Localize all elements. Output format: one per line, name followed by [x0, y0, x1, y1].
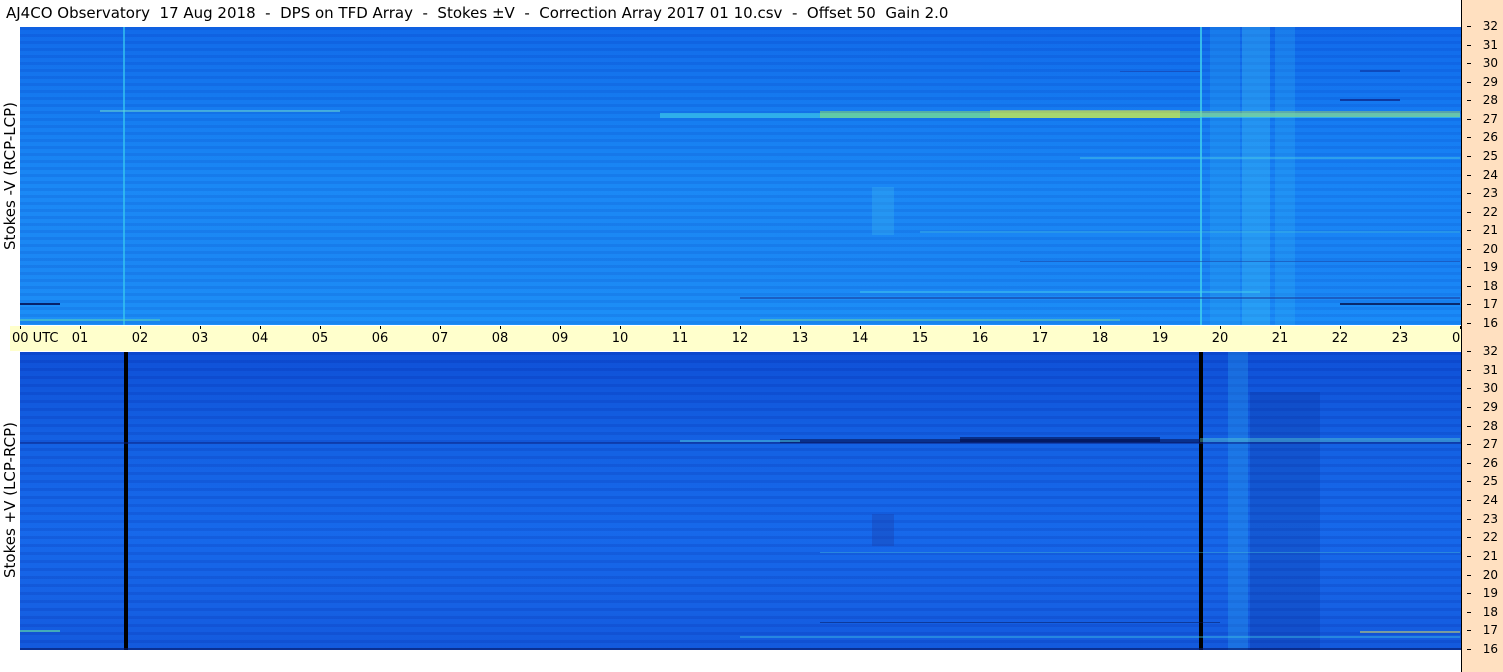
- frequency-tick-label: 28: [1466, 93, 1498, 108]
- time-tick-label: 16: [971, 331, 989, 346]
- frequency-tick-label: 22: [1466, 530, 1498, 545]
- time-tick-label: 07: [431, 331, 449, 346]
- time-tick: [980, 326, 981, 329]
- frequency-tick-label: 23: [1466, 186, 1498, 201]
- spectrogram-top-features: [20, 27, 1460, 325]
- time-tick: [1280, 326, 1281, 329]
- frequency-tick-label: 17: [1466, 623, 1498, 638]
- time-tick-label: 02: [131, 331, 149, 346]
- frequency-tick-label: 21: [1466, 223, 1498, 238]
- top-panel-label: Stokes -V (RCP-LCP): [1, 102, 19, 250]
- time-tick: [1040, 326, 1041, 329]
- time-tick-label: 19: [1151, 331, 1169, 346]
- time-tick: [380, 326, 381, 329]
- time-tick-label: 11: [671, 331, 689, 346]
- frequency-tick-label: 18: [1466, 278, 1498, 293]
- time-tick-label: 23: [1391, 331, 1409, 346]
- time-axis: 00 UTC 01 02 03 04 05 06 07 08 09 10 11 12 13 14 15 16 17…: [10, 326, 1501, 351]
- time-tick: [1340, 326, 1341, 329]
- time-tick-label: 21: [1271, 331, 1289, 346]
- time-tick-label: 20: [1211, 331, 1229, 346]
- frequency-tick-label: 30: [1466, 381, 1498, 396]
- frequency-tick-label: 20: [1466, 567, 1498, 582]
- time-tick: [1220, 326, 1221, 329]
- spectrogram-top: [20, 27, 1461, 325]
- frequency-tick-label: 29: [1466, 74, 1498, 89]
- spectrogram-bottom: [20, 352, 1461, 650]
- time-tick-label: 22: [1331, 331, 1349, 346]
- frequency-tick-label: 31: [1466, 37, 1498, 52]
- time-tick-label: 03: [191, 331, 209, 346]
- frequency-tick-label: 21: [1466, 548, 1498, 563]
- frequency-tick-label: 26: [1466, 130, 1498, 145]
- time-tick-label: 14: [851, 331, 869, 346]
- frequency-tick-label: 30: [1466, 56, 1498, 71]
- time-tick-label: 06: [371, 331, 389, 346]
- frequency-tick-label: 24: [1466, 167, 1498, 182]
- frequency-tick-label: 17: [1466, 297, 1498, 312]
- time-tick: [1100, 326, 1101, 329]
- time-tick-label: 10: [611, 331, 629, 346]
- frequency-tick-label: 27: [1466, 111, 1498, 126]
- time-tick: [860, 326, 861, 329]
- frequency-tick-label: 28: [1466, 418, 1498, 433]
- time-tick-label: 13: [791, 331, 809, 346]
- spectrogram-bottom-features: [20, 352, 1461, 650]
- time-tick-label: 09: [551, 331, 569, 346]
- frequency-tick-label: 23: [1466, 511, 1498, 526]
- time-tick: [320, 326, 321, 329]
- time-tick: [1400, 326, 1401, 329]
- frequency-tick-label: 20: [1466, 241, 1498, 256]
- time-tick: [800, 326, 801, 329]
- time-tick: [560, 326, 561, 329]
- time-tick-label: 15: [911, 331, 929, 346]
- title: AJ4CO Observatory 17 Aug 2018 - DPS on T…: [6, 4, 949, 22]
- time-tick: [500, 326, 501, 329]
- frequency-tick-label: 16: [1466, 642, 1498, 656]
- time-tick: [140, 326, 141, 329]
- time-tick-label: 05: [311, 331, 329, 346]
- time-tick-label: 17: [1031, 331, 1049, 346]
- frequency-tick-label: 16: [1466, 316, 1498, 330]
- frequency-tick-label: 26: [1466, 455, 1498, 470]
- time-tick-label: 01: [71, 331, 89, 346]
- time-tick-label: 04: [251, 331, 269, 346]
- frequency-tick-label: 32: [1466, 19, 1498, 33]
- time-tick-label: 18: [1091, 331, 1109, 346]
- time-tick: [20, 326, 21, 329]
- time-tick: [620, 326, 621, 329]
- frequency-tick-label: 22: [1466, 204, 1498, 219]
- time-tick: [440, 326, 441, 329]
- frequency-tick-label: 32: [1466, 344, 1498, 358]
- time-tick-label: 08: [491, 331, 509, 346]
- time-tick: [680, 326, 681, 329]
- time-tick: [80, 326, 81, 329]
- time-tick-label: 00 UTC: [12, 331, 59, 346]
- time-tick: [260, 326, 261, 329]
- time-tick: [740, 326, 741, 329]
- frequency-tick-label: 29: [1466, 399, 1498, 414]
- frequency-tick-label: 27: [1466, 437, 1498, 452]
- frequency-axis: 32 31 30 29 28 27 26 25 24 23 22 21 20 19 18 17 16 32 31 30…: [1461, 0, 1503, 672]
- frequency-tick-label: 18: [1466, 604, 1498, 619]
- frequency-tick-label: 31: [1466, 362, 1498, 377]
- time-tick: [1160, 326, 1161, 329]
- frequency-tick-label: 24: [1466, 493, 1498, 507]
- frequency-tick-label: 19: [1466, 586, 1498, 601]
- bottom-panel-label: Stokes +V (LCP-RCP): [1, 422, 19, 578]
- frequency-tick-label: 25: [1466, 148, 1498, 163]
- time-tick: [200, 326, 201, 329]
- time-tick: [920, 326, 921, 329]
- time-tick-label: 12: [731, 331, 749, 346]
- frequency-tick-label: 19: [1466, 260, 1498, 275]
- frequency-tick-label: 25: [1466, 474, 1498, 489]
